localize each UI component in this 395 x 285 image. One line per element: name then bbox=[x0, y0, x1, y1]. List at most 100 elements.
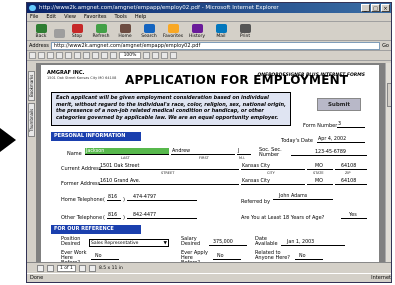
favorites-button[interactable]: Favorites bbox=[162, 24, 184, 39]
refresh-icon bbox=[95, 24, 107, 33]
former-city-field[interactable]: Kansas City bbox=[241, 178, 305, 185]
other-phone-label: Other Telephone bbox=[61, 215, 103, 221]
search-button[interactable]: Search bbox=[138, 24, 160, 39]
mail-icon bbox=[215, 24, 227, 33]
status-text: Done bbox=[30, 275, 44, 281]
former-zip-field[interactable]: 64108 bbox=[335, 178, 367, 185]
stop-button[interactable]: Stop bbox=[66, 24, 88, 39]
submit-button[interactable]: Submit bbox=[317, 98, 361, 111]
pdf-viewer: Bookmarks Thumbnails AMGRAF INC. 1501 Oak… bbox=[27, 63, 391, 264]
scroll-thumb[interactable] bbox=[387, 83, 391, 107]
worked-here-field[interactable]: No bbox=[91, 253, 119, 260]
current-address-label: Current Address bbox=[61, 166, 102, 172]
last-page-button[interactable] bbox=[88, 264, 96, 272]
printer-icon bbox=[239, 24, 251, 33]
address-input[interactable]: http://www2k.amgnet.com/amgnet/empapp/em… bbox=[50, 41, 381, 50]
todays-date-field[interactable]: Apr 4, 2002 bbox=[317, 136, 365, 143]
form-number-field[interactable]: 3 bbox=[337, 121, 365, 128]
forward-arrow-icon bbox=[54, 29, 65, 38]
thumbnails-tab[interactable]: Thumbnails bbox=[28, 103, 35, 137]
menu-bar: File Edit View Favorites Tools Help bbox=[27, 13, 391, 22]
last-name-field[interactable]: Jackson bbox=[85, 148, 169, 155]
go-button[interactable]: Go bbox=[382, 43, 389, 49]
zoom-tool-icon[interactable] bbox=[56, 52, 63, 59]
address-label: Address bbox=[29, 42, 49, 49]
age-answer-field[interactable]: Yes bbox=[341, 212, 367, 219]
history-icon bbox=[191, 24, 203, 33]
zip-sublabel: ZIP bbox=[345, 171, 351, 175]
back-button[interactable]: Back bbox=[30, 24, 52, 39]
zoom-level[interactable]: 100% bbox=[119, 52, 141, 59]
page-size: 8.5 x 11 in bbox=[98, 265, 123, 271]
middle-initial-field[interactable]: J bbox=[237, 148, 251, 155]
home-phone-field[interactable]: 474-4797 bbox=[127, 194, 197, 201]
maximize-button[interactable]: □ bbox=[371, 4, 380, 12]
refresh-button[interactable]: Refresh bbox=[90, 24, 112, 39]
ssn-field[interactable]: 123-45-6789 bbox=[291, 149, 367, 156]
prev-page-button[interactable] bbox=[47, 264, 54, 272]
pdf-page: AMGRAF INC. 1501 Oak Street Kansas City M… bbox=[41, 65, 379, 264]
last-page-icon[interactable] bbox=[101, 52, 108, 59]
former-street-field[interactable]: 1610 Grand Ave. bbox=[99, 178, 239, 185]
fit-width-icon[interactable] bbox=[161, 52, 168, 59]
menu-tools[interactable]: Tools bbox=[115, 13, 127, 21]
home-phone-label: Home Telephone bbox=[61, 197, 103, 203]
current-street-field[interactable]: 1501 Oak Street bbox=[99, 163, 239, 170]
other-area-code-field[interactable]: 816 bbox=[107, 212, 121, 219]
applied-here-field[interactable]: No bbox=[213, 253, 241, 260]
home-area-code-field[interactable]: 816 bbox=[107, 194, 121, 201]
related-field[interactable]: No bbox=[295, 253, 323, 260]
current-city-field[interactable]: Kansas City bbox=[241, 163, 305, 170]
minimize-button[interactable]: _ bbox=[361, 4, 370, 12]
mail-button[interactable]: Mail bbox=[210, 24, 232, 39]
first-page-button[interactable] bbox=[37, 264, 44, 272]
save-icon[interactable] bbox=[29, 52, 36, 59]
browser-window: http://www2k.amgnet.com/amgnet/empapp/em… bbox=[26, 2, 392, 283]
company-header: AMGRAF INC. 1501 Oak Street Kansas City M… bbox=[47, 70, 117, 80]
security-zone: Internet bbox=[371, 275, 391, 281]
zoom-out-icon[interactable] bbox=[110, 52, 117, 59]
menu-view[interactable]: View bbox=[64, 13, 76, 21]
publisher-logo: ONEPORDESIGNER PLUS INTERNET FORMS bbox=[257, 73, 365, 78]
zoom-in-icon[interactable] bbox=[143, 52, 150, 59]
next-page-icon[interactable] bbox=[92, 52, 99, 59]
referred-by-field[interactable]: John Adams bbox=[273, 193, 333, 200]
former-state-field[interactable]: MO bbox=[307, 178, 333, 185]
prev-page-icon[interactable] bbox=[83, 52, 90, 59]
close-button[interactable]: × bbox=[381, 4, 390, 12]
first-page-icon[interactable] bbox=[74, 52, 81, 59]
text-select-icon[interactable] bbox=[65, 52, 72, 59]
menu-help[interactable]: Help bbox=[135, 13, 146, 21]
side-tabs: Bookmarks Thumbnails bbox=[27, 63, 36, 264]
print-icon[interactable] bbox=[38, 52, 45, 59]
vertical-scrollbar[interactable] bbox=[385, 63, 391, 264]
current-state-field[interactable]: MO bbox=[307, 163, 333, 170]
menu-favorites[interactable]: Favorites bbox=[84, 13, 107, 21]
bookmarks-tab[interactable]: Bookmarks bbox=[28, 71, 35, 101]
find-icon[interactable] bbox=[170, 52, 177, 59]
street-sublabel: STREET bbox=[161, 171, 175, 175]
home-phone-close-paren: ) bbox=[123, 197, 125, 203]
current-zip-field[interactable]: 64108 bbox=[335, 163, 367, 170]
favorites-star-icon bbox=[167, 24, 179, 33]
fit-page-icon[interactable] bbox=[152, 52, 159, 59]
menu-file[interactable]: File bbox=[30, 13, 38, 21]
hand-tool-icon[interactable] bbox=[47, 52, 54, 59]
referred-by-label: Referred by bbox=[241, 199, 271, 205]
next-page-button[interactable] bbox=[78, 264, 86, 272]
todays-date-label: Today's Date bbox=[281, 138, 313, 144]
other-phone-field[interactable]: 842-4477 bbox=[127, 212, 197, 219]
position-select[interactable]: Sales Representative ▼ bbox=[89, 239, 169, 247]
home-button[interactable]: Home bbox=[114, 24, 136, 39]
menu-edit[interactable]: Edit bbox=[46, 13, 56, 21]
first-name-field[interactable]: Andrew bbox=[171, 148, 235, 155]
section-personal-information: PERSONAL INFORMATION bbox=[51, 132, 141, 141]
salary-field[interactable]: 375,000 bbox=[209, 239, 247, 246]
salary-label: Salary Desired bbox=[181, 236, 201, 247]
print-button[interactable]: Print bbox=[234, 24, 256, 39]
page-indicator[interactable]: 1 of 1 bbox=[57, 264, 76, 272]
forward-button[interactable] bbox=[54, 29, 65, 39]
stop-icon bbox=[71, 24, 83, 33]
date-available-field[interactable]: Jan 1, 2003 bbox=[281, 239, 345, 246]
history-button[interactable]: History bbox=[186, 24, 208, 39]
